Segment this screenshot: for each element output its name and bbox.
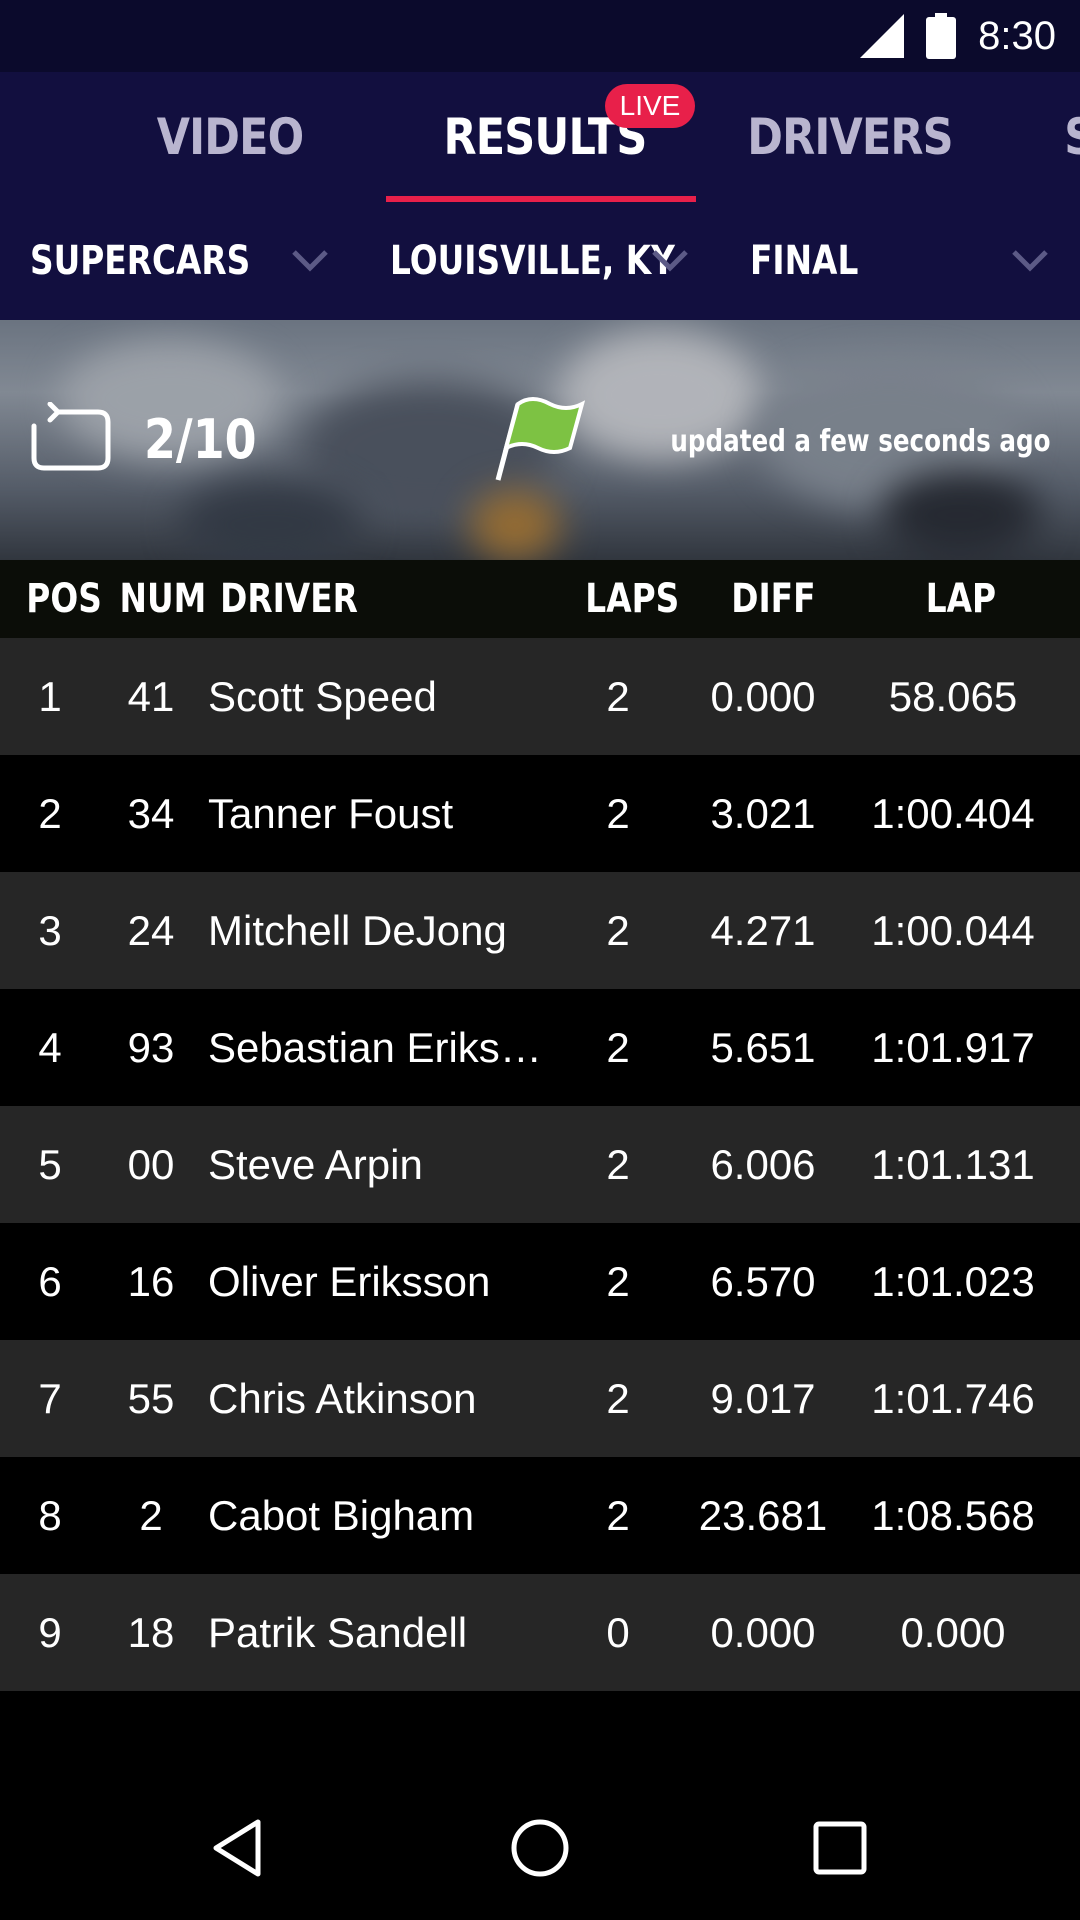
cell-num: 41 xyxy=(127,672,175,720)
tab-video[interactable]: VIDEO xyxy=(127,72,333,202)
cell-driver: Patrik Sandell xyxy=(208,1609,468,1656)
cell-lap: 1:01.131 xyxy=(871,1140,1035,1188)
chevron-down-icon[interactable] xyxy=(290,244,330,274)
home-icon[interactable] xyxy=(508,1816,572,1880)
filter-bar: SUPERCARS LOUISVILLE, KY FINAL xyxy=(0,202,1080,320)
table-row[interactable]: 5 00 Steve Arpin 2 6.006 1:01.131 xyxy=(0,1106,1080,1223)
cell-num: 55 xyxy=(127,1374,175,1422)
cell-pos: 9 xyxy=(38,1608,62,1656)
cell-driver: Tanner Foust xyxy=(208,790,454,837)
location-label: LOUISVILLE, KY xyxy=(390,238,675,284)
header-diff: DIFF xyxy=(731,576,816,622)
lap-counter: 2/10 xyxy=(144,408,257,471)
back-icon[interactable] xyxy=(208,1816,272,1880)
cell-driver: Steve Arpin xyxy=(208,1141,423,1188)
cell-lap: 1:08.568 xyxy=(871,1491,1035,1539)
lap-loop-icon xyxy=(31,402,111,471)
cell-lap: 58.065 xyxy=(888,672,1018,720)
cell-pos: 6 xyxy=(38,1257,62,1305)
cell-diff: 6.006 xyxy=(710,1140,816,1188)
cell-lap: 0.000 xyxy=(900,1608,1006,1656)
header-num: NUM xyxy=(119,576,207,622)
session-dropdown[interactable]: FINAL xyxy=(750,202,882,320)
cell-diff: 0.000 xyxy=(710,1608,816,1656)
results-table-header: POS NUM DRIVER LAPS DIFF LAP xyxy=(0,560,1080,638)
header-lap: LAP xyxy=(925,576,997,622)
chevron-down-icon[interactable] xyxy=(650,244,690,274)
table-row[interactable]: 6 16 Oliver Eriksson 2 6.570 1:01.023 xyxy=(0,1223,1080,1340)
table-row[interactable]: 3 24 Mitchell DeJong 2 4.271 1:00.044 xyxy=(0,872,1080,989)
header-pos: POS xyxy=(26,576,102,622)
cell-lap: 1:01.023 xyxy=(871,1257,1035,1305)
table-row[interactable]: 8 2 Cabot Bigham 2 23.681 1:08.568 xyxy=(0,1457,1080,1574)
table-row[interactable]: 9 18 Patrik Sandell 0 0.000 0.000 xyxy=(0,1574,1080,1691)
cell-lap: 1:00.404 xyxy=(871,789,1035,837)
cell-driver: Mitchell DeJong xyxy=(208,907,507,954)
cell-pos: 2 xyxy=(38,789,62,837)
cell-diff: 6.570 xyxy=(710,1257,816,1305)
cell-num: 18 xyxy=(127,1608,175,1656)
cell-driver: Cabot Bigham xyxy=(208,1492,475,1539)
cell-laps: 0 xyxy=(606,1608,630,1656)
tab-overflow[interactable]: S xyxy=(1064,72,1080,202)
signal-icon xyxy=(860,14,905,58)
cell-num: 24 xyxy=(127,906,175,954)
cell-diff: 4.271 xyxy=(710,906,816,954)
cell-lap: 1:00.044 xyxy=(871,906,1035,954)
race-status-banner: 2/10 updated a few seconds ago xyxy=(0,320,1080,560)
status-icons: 8:30 xyxy=(860,0,1056,72)
cell-pos: 1 xyxy=(38,672,62,720)
cell-diff: 9.017 xyxy=(710,1374,816,1422)
cell-pos: 3 xyxy=(38,906,62,954)
table-row[interactable]: 2 34 Tanner Foust 2 3.021 1:00.404 xyxy=(0,755,1080,872)
cell-diff: 23.681 xyxy=(698,1491,828,1539)
session-label: FINAL xyxy=(750,238,859,284)
table-row[interactable]: 7 55 Chris Atkinson 2 9.017 1:01.746 xyxy=(0,1340,1080,1457)
cell-laps: 2 xyxy=(606,1374,630,1422)
cell-laps: 2 xyxy=(606,906,630,954)
cell-num: 34 xyxy=(127,789,175,837)
cell-driver: Oliver Eriksson xyxy=(208,1258,491,1305)
cell-pos: 4 xyxy=(38,1023,62,1071)
cell-lap: 1:01.746 xyxy=(871,1374,1035,1422)
cell-laps: 2 xyxy=(606,672,630,720)
battery-icon xyxy=(926,13,957,59)
tab-bar: VIDEO RESULTS DRIVERS S xyxy=(0,72,1080,202)
clock: 8:30 xyxy=(978,13,1056,58)
cell-driver: Sebastian Erikss... xyxy=(208,1024,548,1071)
cell-laps: 2 xyxy=(606,789,630,837)
cell-driver: Scott Speed xyxy=(208,673,437,720)
tab-drivers[interactable]: DRIVERS xyxy=(747,72,953,202)
cell-driver: Chris Atkinson xyxy=(208,1375,477,1422)
cell-laps: 2 xyxy=(606,1257,630,1305)
cell-lap: 1:01.917 xyxy=(871,1023,1035,1071)
cell-laps: 2 xyxy=(606,1491,630,1539)
cell-pos: 8 xyxy=(38,1491,62,1539)
system-nav-bar xyxy=(0,1776,1080,1920)
cell-pos: 7 xyxy=(38,1374,62,1422)
table-row[interactable]: 4 93 Sebastian Erikss... 2 5.651 1:01.91… xyxy=(0,989,1080,1106)
series-label: SUPERCARS xyxy=(30,238,251,284)
cell-laps: 2 xyxy=(606,1023,630,1071)
series-dropdown[interactable]: SUPERCARS xyxy=(30,202,299,320)
cell-diff: 5.651 xyxy=(710,1023,816,1071)
cell-num: 2 xyxy=(139,1491,163,1539)
green-flag-icon xyxy=(495,397,586,481)
cell-pos: 5 xyxy=(38,1140,62,1188)
table-row[interactable]: 1 41 Scott Speed 2 0.000 58.065 xyxy=(0,638,1080,755)
recents-icon[interactable] xyxy=(808,1816,872,1880)
results-table-body: 1 41 Scott Speed 2 0.000 58.065 2 34 Tan… xyxy=(0,638,1080,1691)
cell-num: 16 xyxy=(127,1257,175,1305)
cell-num: 00 xyxy=(127,1140,175,1188)
last-updated: updated a few seconds ago xyxy=(669,424,1050,459)
cell-diff: 0.000 xyxy=(710,672,816,720)
cell-diff: 3.021 xyxy=(710,789,816,837)
status-bar: 8:30 xyxy=(0,0,1080,72)
header-laps: LAPS xyxy=(585,576,680,622)
chevron-down-icon[interactable] xyxy=(1010,244,1050,274)
cell-laps: 2 xyxy=(606,1140,630,1188)
live-badge: LIVE xyxy=(605,84,695,128)
cell-num: 93 xyxy=(127,1023,175,1071)
header-driver: DRIVER xyxy=(220,576,358,622)
